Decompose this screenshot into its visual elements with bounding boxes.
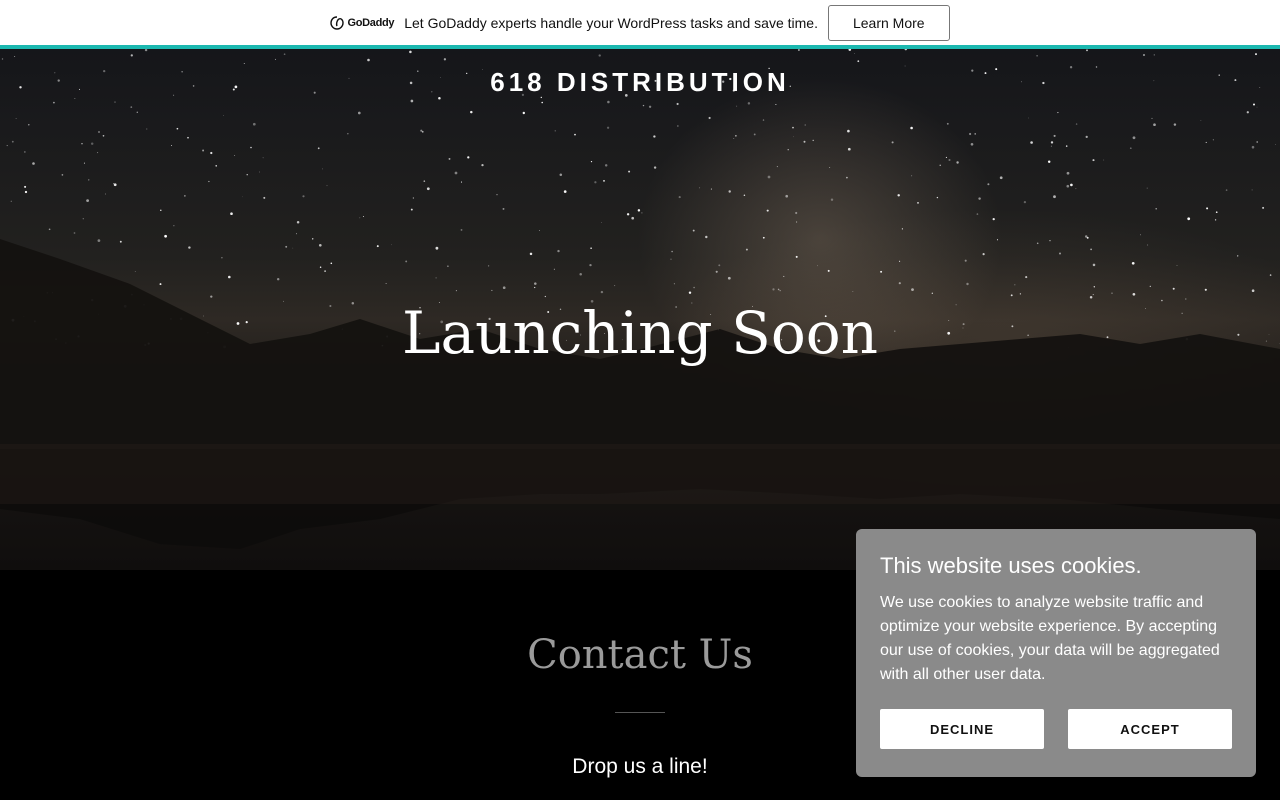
promo-banner: GoDaddy Let GoDaddy experts handle your … bbox=[0, 0, 1280, 45]
learn-more-button[interactable]: Learn More bbox=[827, 4, 950, 41]
cookie-body: We use cookies to analyze website traffi… bbox=[880, 594, 1220, 683]
promo-message: Let GoDaddy experts handle your WordPres… bbox=[404, 14, 818, 31]
hero-section: 618 DISTRIBUTION Launching Soon bbox=[0, 49, 1280, 570]
accept-button[interactable]: ACCEPT bbox=[1068, 709, 1232, 749]
cookie-consent-panel: This website uses cookies. We use cookie… bbox=[856, 529, 1256, 777]
godaddy-icon bbox=[330, 15, 345, 30]
cookie-title: This website uses cookies. bbox=[880, 553, 1142, 578]
godaddy-logo-text: GoDaddy bbox=[347, 16, 395, 29]
godaddy-logo: GoDaddy bbox=[330, 15, 395, 30]
section-divider bbox=[615, 712, 665, 713]
hero-headline: Launching Soon bbox=[401, 299, 879, 367]
cookie-actions: DECLINE ACCEPT bbox=[880, 709, 1232, 749]
decline-button[interactable]: DECLINE bbox=[880, 709, 1044, 749]
site-name[interactable]: 618 DISTRIBUTION bbox=[0, 67, 1280, 98]
